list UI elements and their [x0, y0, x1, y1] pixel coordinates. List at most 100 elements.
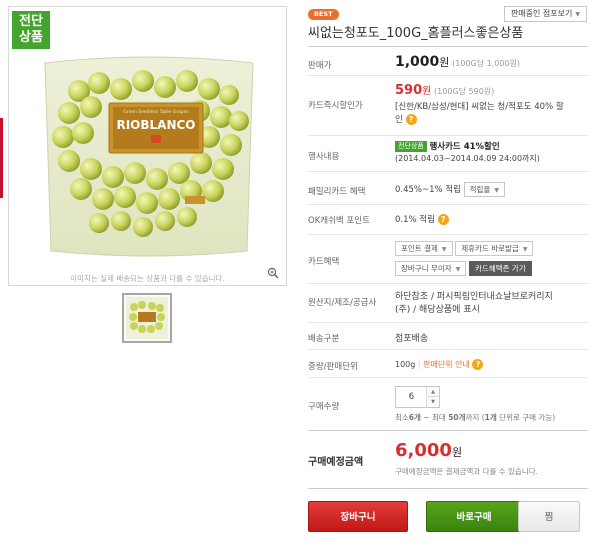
help-icon[interactable]: ? — [405, 114, 417, 125]
cart-interest-free-select[interactable]: 장바구니 무이자 ▼ — [395, 261, 467, 276]
partner-card-label: 제휴카드 바로발급 — [461, 244, 519, 253]
weight-separator: | — [417, 360, 421, 369]
divider — [308, 75, 588, 76]
package-top-text: Green Seedless Table Grapes — [123, 109, 189, 115]
help-icon[interactable]: ? — [472, 359, 484, 370]
delivery-label: 배송구분 — [308, 334, 340, 344]
family-card-select[interactable]: 적립율 ▼ — [463, 182, 505, 197]
chevron-down-icon: ▼ — [575, 11, 580, 18]
total-unit: 원 — [451, 446, 463, 459]
product-title: 씨없는청포도_100G_홈플러스좋은상품 — [308, 26, 524, 41]
chevron-down-icon: ▼ — [455, 266, 461, 273]
quantity-note-mid: ~ 최대 — [423, 413, 446, 422]
ok-cashbag-value: 0.1% 적립 — [395, 215, 435, 225]
price-per-unit: (100G당 1,000원) — [452, 59, 521, 68]
cart-interest-free-label: 장바구니 무이자 — [401, 264, 452, 273]
family-card-select-label: 적립율 — [469, 185, 491, 194]
divider — [308, 46, 588, 47]
total-value-group: 6,000원 — [395, 440, 462, 461]
ok-cashbag-value-group: 0.1% 적립 ? — [395, 213, 449, 225]
event-label: 행사내용 — [308, 152, 340, 162]
family-card-label: 패밀리카드 혜택 — [308, 187, 366, 197]
quantity-up-icon[interactable]: ▲ — [426, 387, 439, 397]
divider — [308, 488, 588, 489]
ok-cashbag-label: OK캐쉬백 포인트 — [308, 216, 370, 226]
divider — [308, 234, 588, 235]
product-image-box: 전단상품 Green Seedless Table Grapes RIOBLAN… — [8, 6, 287, 286]
event-period: (2014.04.03~2014.04.09 24:00까지) — [395, 154, 540, 163]
point-payment-label: 포인트 결제 — [401, 244, 438, 253]
total-note: 구매예정금액은 결제금액과 다를 수 있습니다. — [395, 467, 539, 476]
weight-value-group: 100g | 판매단위 안내 ? — [395, 359, 484, 370]
thumbnail-image — [126, 297, 168, 339]
card-discount-per-unit: (100G당 590원) — [434, 87, 495, 96]
total-label: 구매예정금액 — [308, 457, 364, 468]
card-discount-desc: [신한/KB/삼성/현대] 씨없는 청/적포도 40% 할인 — [395, 102, 564, 125]
grape-product-image: Green Seedless Table Grapes RIOBLANCO — [44, 56, 254, 257]
card-benefit-zone-button[interactable]: 카드혜택존 가기 — [469, 261, 532, 276]
divider — [308, 283, 588, 284]
card-discount-value-group: 590원 (100G당 590원) — [395, 82, 494, 98]
origin-label: 원산지/제조/공급사 — [308, 298, 377, 308]
card-discount-desc-group: [신한/KB/삼성/현대] 씨없는 청/적포도 40% 할인 ? — [395, 101, 565, 127]
origin-value-line1: 하단참조 / 퍼시픽림인터내쇼날브로커리지 — [395, 292, 553, 302]
price-value-group: 1,000원 (100G당 1,000원) — [395, 54, 520, 70]
divider — [308, 204, 588, 205]
zoom-icon[interactable] — [267, 267, 279, 279]
exclusive-badge: 전단상품 — [12, 11, 50, 49]
quantity-max: 50개 — [448, 413, 466, 422]
family-card-value-group: 0.45%~1% 적립 적립율 ▼ — [395, 182, 505, 197]
weight-label: 중량/판매단위 — [308, 362, 358, 372]
card-discount-label: 카드즉시할인가 — [308, 101, 363, 111]
other-shops-label: 판매중인 점포보기 — [510, 9, 573, 18]
chevron-down-icon: ▼ — [441, 246, 447, 253]
divider — [308, 135, 588, 136]
best-badge: BEST — [308, 9, 339, 20]
other-shops-button[interactable]: 판매중인 점포보기 ▼ — [503, 6, 587, 22]
divider — [308, 430, 588, 431]
partner-card-select[interactable]: 제휴카드 바로발급 ▼ — [455, 241, 534, 256]
left-edge-accent — [0, 118, 3, 198]
product-thumbnail[interactable] — [122, 293, 172, 343]
exclusive-badge-text: 전단상품 — [19, 14, 43, 45]
card-discount-value: 590 — [395, 83, 423, 98]
delivery-value: 점포배송 — [395, 334, 429, 344]
image-notice: 이미지는 실제 배송되는 상품과 다를 수 있습니다. — [70, 274, 225, 283]
quantity-label: 구매수량 — [308, 402, 340, 412]
quantity-unit: 1개 — [484, 413, 497, 422]
quantity-note-prefix: 최소 — [395, 413, 409, 422]
add-to-cart-button[interactable]: 장바구니 — [308, 501, 408, 532]
quantity-note-mid2: 까지 ( — [465, 413, 485, 422]
divider — [308, 322, 588, 323]
help-icon[interactable]: ? — [437, 214, 449, 225]
chevron-down-icon: ▼ — [494, 187, 499, 194]
total-price: 6,000 — [395, 440, 452, 461]
quantity-note: 최소6개 ~ 최대 50개까지 (1개 단위로 구매 가능) — [395, 412, 555, 423]
point-payment-select[interactable]: 포인트 결제 ▼ — [395, 241, 453, 256]
package-brand: RIOBLANCO — [116, 118, 195, 132]
price-label: 판매가 — [308, 61, 332, 71]
card-discount-unit: 원 — [422, 86, 432, 97]
divider — [308, 377, 588, 378]
quantity-stepper: 6 ▲ ▼ — [395, 386, 440, 408]
quantity-input[interactable]: 6 — [396, 387, 427, 407]
card-benefit-row1: 포인트 결제 ▼ 제휴카드 바로발급 ▼ — [395, 241, 534, 256]
weight-value: 100g — [395, 360, 416, 369]
card-benefit-row2: 장바구니 무이자 ▼ 카드혜택존 가기 — [395, 261, 532, 276]
family-card-value: 0.45%~1% 적립 — [395, 185, 461, 195]
event-tag: 전단상품 — [395, 141, 427, 152]
event-title-group: 전단상품 행사카드 41%할인 — [395, 140, 500, 152]
quantity-down-icon[interactable]: ▼ — [426, 397, 439, 407]
origin-value-line2: (주) / 해당상품에 표시 — [395, 305, 480, 315]
sales-unit-guide-link[interactable]: 판매단위 안내 — [423, 360, 470, 369]
event-title: 행사카드 41%할인 — [429, 142, 500, 152]
chevron-down-icon: ▼ — [522, 246, 528, 253]
buy-now-button[interactable]: 바로구매 — [426, 501, 522, 532]
quantity-note-suffix: 단위로 구매 가능) — [499, 413, 556, 422]
price-unit: 원 — [439, 56, 450, 69]
card-benefit-label: 카드혜택 — [308, 257, 340, 267]
divider — [308, 171, 588, 172]
wishlist-button[interactable]: 찜 — [518, 501, 580, 532]
price-value: 1,000 — [395, 54, 440, 70]
quantity-min: 6개 — [408, 413, 421, 422]
